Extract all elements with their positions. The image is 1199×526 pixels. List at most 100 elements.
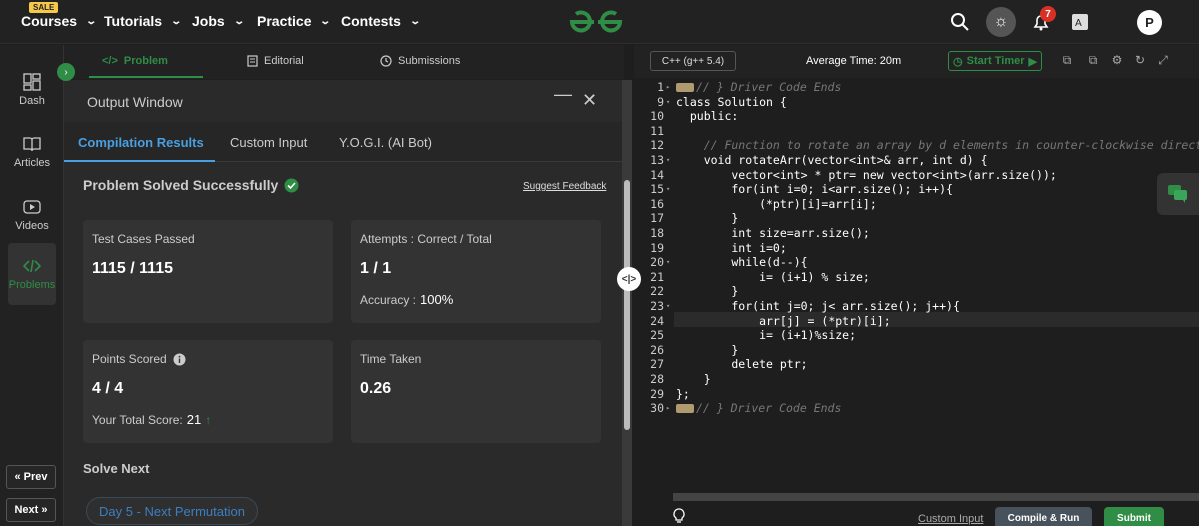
accuracy-value: 100% (420, 292, 454, 307)
line-number: 26 (650, 342, 664, 357)
theme-toggle-icon[interactable]: ☼ (986, 7, 1016, 37)
line-number: 16 (650, 196, 664, 211)
tab-custom-input[interactable]: Custom Input (230, 135, 307, 150)
video-icon (23, 200, 41, 214)
nav-courses-label: Courses (21, 13, 78, 29)
close-icon[interactable]: ✕ (582, 90, 597, 111)
code-line: } (676, 284, 739, 299)
line-number: 25 (650, 328, 664, 343)
expand-sidebar-icon[interactable]: › (57, 63, 75, 81)
folded-code-marker[interactable] (676, 83, 694, 92)
info-icon[interactable] (173, 353, 186, 366)
output-scrollbar-thumb[interactable] (624, 180, 630, 430)
fold-toggle-icon[interactable]: ▸ (666, 404, 670, 412)
tab-compilation-results[interactable]: Compilation Results (78, 135, 204, 150)
app-root: SALE Courses ⌄ Tutorials ⌄ Jobs ⌄ Practice ⌄… (0, 0, 1199, 526)
code-line: // } Driver Code Ends (676, 80, 841, 95)
timer-icon: ◷ (953, 55, 963, 68)
code-line: } (676, 342, 739, 357)
refresh-icon[interactable]: ↻ (1133, 53, 1147, 67)
settings-icon[interactable]: ⚙ (1110, 53, 1124, 67)
start-timer-label: Start Timer (966, 55, 1025, 67)
chevron-down-icon: ⌄ (409, 15, 421, 27)
left-sidebar: Dash Articles Videos Problems « Prev Nex… (0, 45, 64, 526)
fold-toggle-icon[interactable]: ▾ (666, 258, 670, 266)
points-label: Points Scored (92, 352, 167, 366)
code-line: int i=0; (676, 240, 787, 255)
line-number: 15 (650, 182, 664, 197)
code-line: } (676, 372, 711, 386)
export-icon[interactable]: ⧉ (1086, 53, 1100, 67)
language-select[interactable]: C++ (g++ 5.4) (650, 51, 736, 71)
attempts-label: Attempts : Correct / Total (360, 232, 492, 246)
folded-code-marker[interactable] (676, 404, 694, 414)
tab-problem[interactable]: </> Problem (102, 55, 168, 67)
search-icon[interactable] (948, 10, 972, 34)
arrow-up-icon: ↑ (205, 412, 212, 427)
subtab-active-indicator (64, 160, 215, 162)
tab-active-indicator (89, 76, 203, 78)
code-editor[interactable]: 1 ▸// } Driver Code Ends 9 ▾ class Solution … (634, 79, 1199, 493)
minimize-icon[interactable]: — (554, 84, 572, 105)
next-button[interactable]: Next » (6, 498, 56, 522)
code-line: vector<int> * ptr= new vector<int>(arr.s… (676, 167, 1057, 182)
gfg-logo-icon[interactable] (566, 8, 626, 36)
sidebar-item-dash[interactable]: Dash (0, 73, 64, 107)
compile-run-button[interactable]: Compile & Run (995, 507, 1092, 526)
fold-toggle-icon[interactable]: ▸ (666, 83, 670, 91)
suggest-feedback-link[interactable]: Suggest Feedback (523, 181, 606, 192)
double-chevron-right-icon: » (38, 504, 48, 516)
fold-toggle-icon[interactable]: ▾ (666, 98, 670, 106)
points-value: 4 / 4 (92, 380, 124, 397)
nav-tutorials[interactable]: Tutorials ⌄ (104, 13, 182, 29)
lightbulb-icon[interactable] (670, 507, 688, 525)
output-window-header: Output Window — ✕ (64, 80, 622, 122)
prev-label: Prev (23, 471, 48, 483)
tab-editorial[interactable]: Editorial (247, 55, 304, 67)
chat-icon[interactable] (1157, 173, 1199, 215)
code-line: for(int j=0; j< arr.size(); j++){ (676, 299, 960, 313)
submit-button[interactable]: Submit (1104, 507, 1164, 526)
avatar[interactable]: P (1137, 10, 1162, 35)
output-window: Output Window — ✕ Compilation Results Cu… (64, 80, 622, 526)
solved-status-text: Problem Solved Successfully (83, 177, 279, 193)
fold-toggle-icon[interactable]: ▾ (666, 185, 670, 193)
sidebar-item-label: Dash (19, 95, 45, 107)
sidebar-item-label: Problems (8, 279, 56, 291)
tab-submissions-label: Submissions (398, 55, 461, 67)
fold-toggle-icon[interactable]: ▾ (666, 302, 670, 310)
code-line: i= (i+1)%size; (676, 328, 857, 343)
nav-jobs[interactable]: Jobs ⌄ (192, 13, 245, 29)
line-number: 17 (650, 211, 664, 226)
fold-toggle-icon[interactable]: ▾ (666, 156, 670, 164)
nav-courses[interactable]: Courses ⌄ (21, 13, 97, 29)
panel-resize-handle[interactable]: <|> (617, 267, 641, 291)
line-number: 1 (657, 80, 664, 94)
language-select-value: C++ (g++ 5.4) (661, 55, 725, 67)
average-time: Average Time: 20m (806, 55, 902, 67)
editor-horizontal-scrollbar[interactable] (673, 493, 1199, 501)
clock-icon (380, 55, 392, 67)
sidebar-item-videos[interactable]: Videos (0, 198, 64, 232)
line-number: 13 (650, 153, 664, 167)
nav-contests[interactable]: Contests ⌄ (341, 13, 421, 29)
nav-practice[interactable]: Practice ⌄ (257, 13, 332, 29)
document-icon (247, 55, 258, 67)
attempts-value: 1 / 1 (360, 260, 392, 277)
start-timer-button[interactable]: ◷ Start Timer ▶ (948, 51, 1042, 71)
next-problem-chip[interactable]: Day 5 - Next Permutation (86, 497, 258, 525)
tab-yogi-bot[interactable]: Y.O.G.I. (AI Bot) (339, 135, 432, 150)
code-icon: </> (102, 55, 118, 67)
copy-icon[interactable]: ⧉ (1060, 53, 1074, 67)
prev-button[interactable]: « Prev (6, 465, 56, 489)
notification-count-badge: 7 (1040, 6, 1056, 22)
sidebar-item-articles[interactable]: Articles (0, 135, 64, 169)
fullscreen-icon[interactable]: ⤢ (1156, 53, 1170, 67)
sale-badge: SALE (29, 2, 59, 13)
tab-submissions[interactable]: Submissions (380, 55, 460, 67)
points-card: Points Scored 4 / 4 Your Total Score: 21… (83, 340, 333, 443)
time-value: 0.26 (360, 380, 392, 397)
custom-input-link[interactable]: Custom Input (918, 513, 983, 525)
translate-icon[interactable]: A (1068, 10, 1092, 34)
sidebar-item-problems[interactable]: Problems (8, 243, 56, 305)
